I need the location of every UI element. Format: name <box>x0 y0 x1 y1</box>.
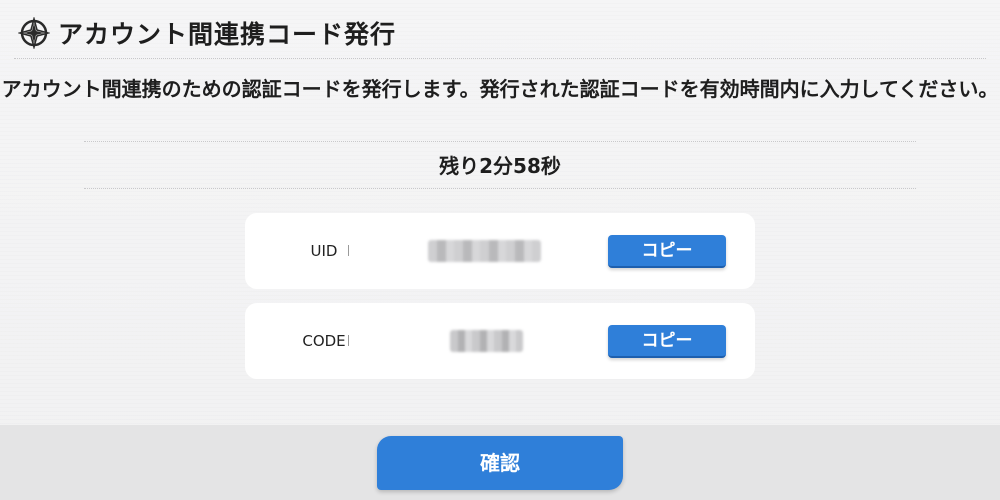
uid-card: UID コピー <box>245 213 755 289</box>
field-separator <box>348 245 349 256</box>
copy-code-button[interactable]: コピー <box>608 325 726 358</box>
description-text: アカウント間連携のための認証コードを発行します。発行された認証コードを有効時間内… <box>1 77 999 101</box>
timer-divider-bottom <box>84 188 916 189</box>
code-value-redacted <box>450 330 523 352</box>
uid-label: UID <box>310 242 338 260</box>
copy-uid-button[interactable]: コピー <box>608 235 726 268</box>
compass-star-icon <box>18 17 50 49</box>
uid-value-redacted <box>428 240 541 262</box>
remaining-time: 残り2分58秒 <box>439 154 561 178</box>
code-card: CODE コピー <box>245 303 755 379</box>
timer-divider-top <box>84 141 916 142</box>
page-title: アカウント間連携コード発行 <box>58 20 397 49</box>
field-separator <box>348 335 349 346</box>
header: アカウント間連携コード発行 <box>18 10 396 56</box>
code-label: CODE <box>302 332 346 350</box>
header-divider <box>14 58 986 59</box>
confirm-button[interactable]: 確認 <box>377 436 623 490</box>
